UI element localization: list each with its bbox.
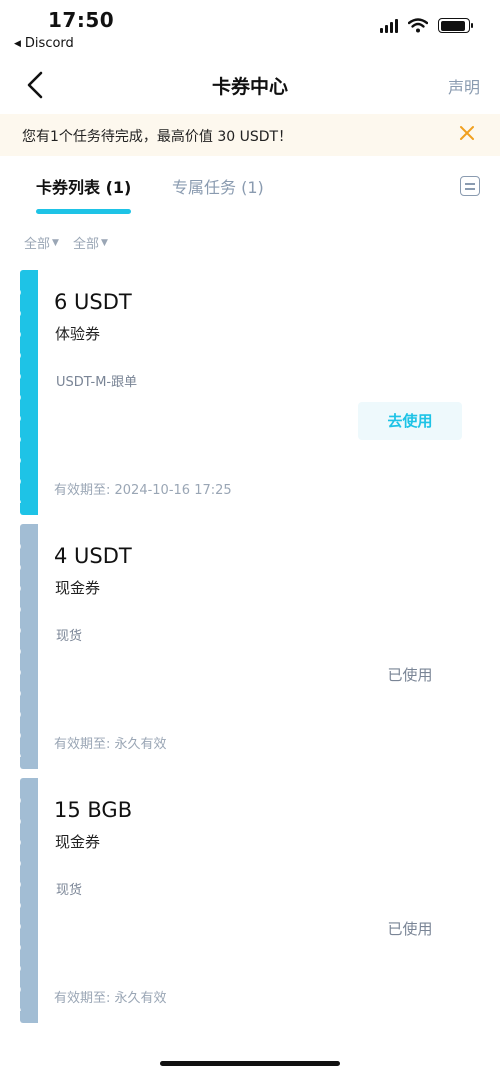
coupon-card[interactable]: 4 USDT 现金券 现货 已使用 有效期至: 永久有效 — [16, 524, 480, 769]
coupon-type: 现金券 — [55, 579, 101, 597]
coupon-strip — [16, 524, 38, 769]
status-time: 17:50 — [48, 8, 115, 32]
use-coupon-button[interactable]: 去使用 — [358, 402, 462, 440]
wifi-icon — [408, 18, 428, 33]
coupon-type: 体验券 — [55, 325, 101, 343]
used-status-label: 已使用 — [387, 666, 433, 684]
coupon-amount: 6 USDT — [54, 290, 132, 314]
nav-header: 卡券中心 声明 — [0, 60, 500, 110]
document-icon[interactable] — [460, 176, 480, 196]
notice-banner: 您有1个任务待完成，最高价值 30 USDT！ — [0, 114, 500, 156]
tab-bar: 卡券列表 (1) 专属任务 (1) — [0, 168, 500, 218]
signal-icon — [380, 18, 398, 33]
coupon-type: 现金券 — [55, 833, 101, 851]
coupon-scope: USDT-M-跟单 — [56, 375, 138, 390]
status-bar: 17:50 ◀ Discord — [0, 0, 500, 56]
coupon-expiry: 有效期至: 永久有效 — [54, 991, 167, 1006]
coupon-expiry: 有效期至: 2024-10-16 17:25 — [54, 483, 232, 498]
caret-down-icon: ▼ — [100, 237, 108, 248]
coupon-strip — [16, 270, 38, 515]
status-icons — [380, 18, 473, 33]
used-status-label: 已使用 — [387, 920, 433, 938]
coupon-scope: 现货 — [56, 883, 83, 898]
active-tab-indicator — [36, 209, 131, 214]
close-icon[interactable] — [458, 124, 476, 142]
notice-text: 您有1个任务待完成，最高价值 30 USDT！ — [22, 129, 293, 145]
caret-down-icon: ▼ — [52, 237, 59, 248]
battery-icon — [438, 18, 473, 33]
back-triangle-icon: ◀ — [14, 38, 21, 49]
filter-dropdown-1[interactable]: 全部 ▼ — [24, 233, 59, 252]
filter-label: 全部 — [72, 237, 99, 252]
page-title: 卡券中心 — [211, 76, 288, 98]
coupon-amount: 15 BGB — [54, 798, 133, 822]
coupon-amount: 4 USDT — [54, 544, 132, 568]
coupon-expiry: 有效期至: 永久有效 — [54, 737, 167, 752]
back-app-label: Discord — [24, 36, 74, 51]
home-indicator — [160, 1061, 340, 1066]
filter-bar: 全部 ▼ 全部 ▼ — [24, 233, 108, 252]
filter-dropdown-2[interactable]: 全部 ▼ — [73, 233, 108, 252]
tab-coupon-list[interactable]: 卡券列表 (1) — [36, 174, 131, 198]
tab-exclusive-tasks[interactable]: 专属任务 (1) — [172, 174, 264, 198]
filter-label: 全部 — [24, 237, 51, 252]
coupon-card[interactable]: 6 USDT 体验券 USDT-M-跟单 去使用 有效期至: 2024-10-1… — [16, 270, 480, 515]
coupon-scope: 现货 — [56, 629, 83, 644]
back-to-app-link[interactable]: ◀ Discord — [14, 36, 74, 51]
coupon-strip — [16, 778, 38, 1023]
statement-link[interactable]: 声明 — [448, 74, 480, 98]
coupon-card[interactable]: 15 BGB 现金券 现货 已使用 有效期至: 永久有效 — [16, 778, 480, 1023]
